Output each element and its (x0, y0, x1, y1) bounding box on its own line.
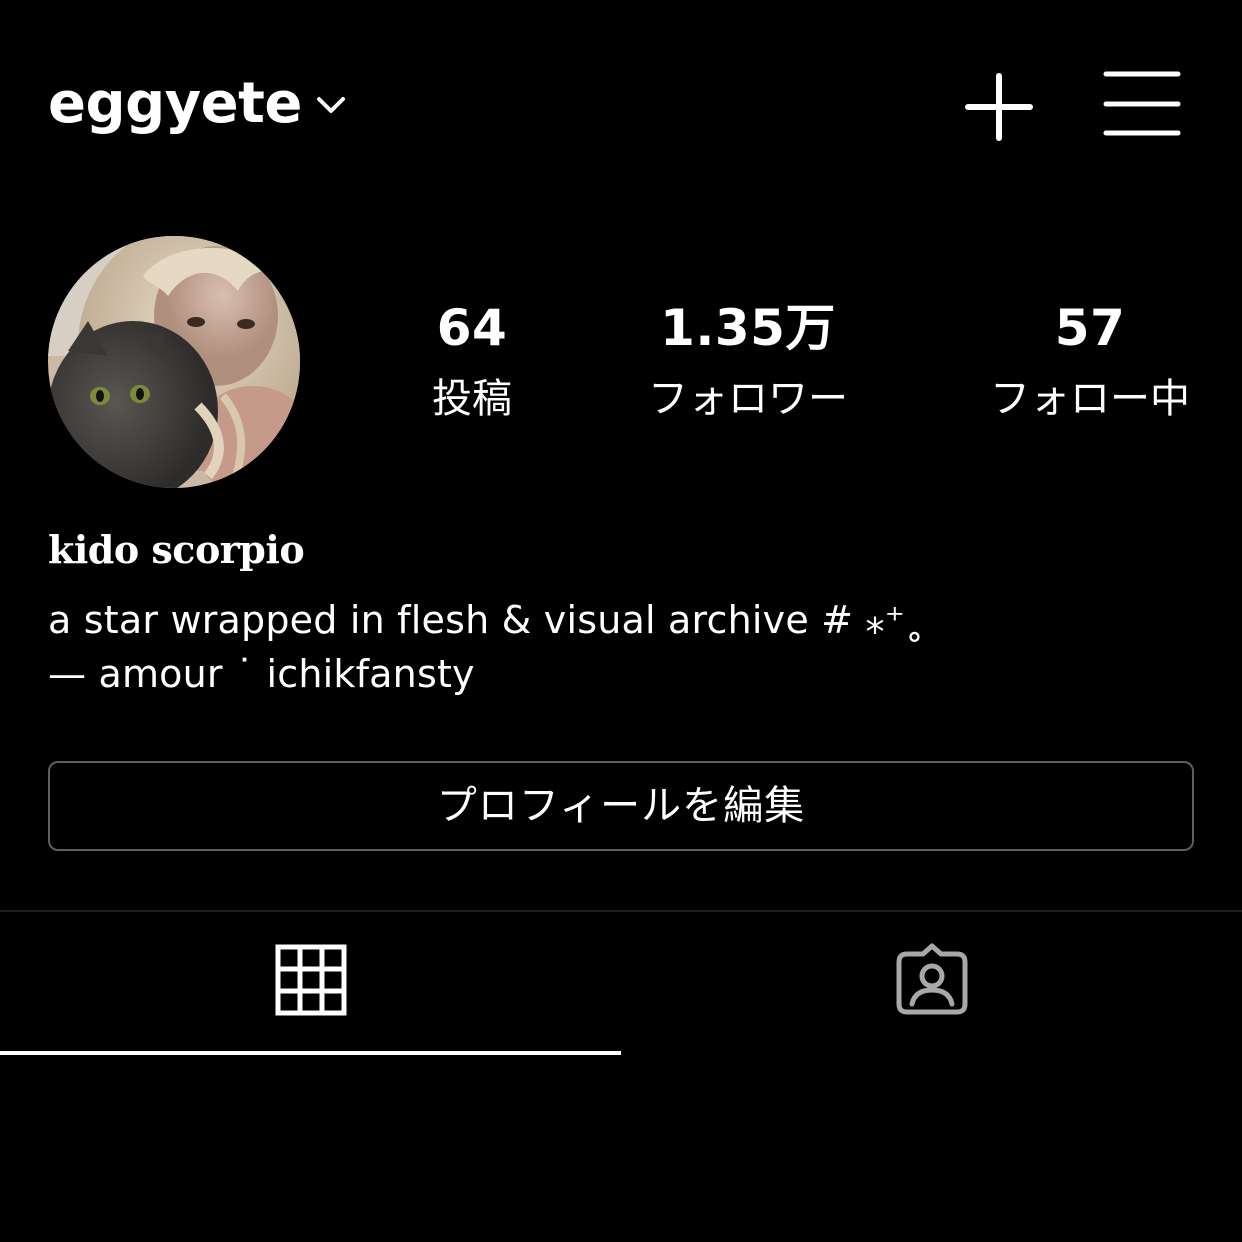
stat-followers[interactable]: 1.35万 フォロワー (618, 298, 878, 424)
tagged-person-icon (896, 943, 968, 1015)
chevron-down-icon[interactable] (314, 88, 348, 122)
grid-icon (275, 944, 347, 1016)
edit-profile-button[interactable]: プロフィールを編集 (48, 761, 1194, 851)
plus-icon[interactable] (962, 70, 1036, 144)
following-label: フォロー中 (990, 376, 1190, 422)
bio-line: a star wrapped in flesh & visual archive… (48, 598, 925, 642)
followers-label: フォロワー (648, 376, 848, 422)
following-count: 57 (1054, 299, 1126, 357)
posts-label: 投稿 (432, 376, 512, 422)
avatar[interactable] (48, 236, 300, 488)
profile-header: eggyete (0, 0, 1242, 210)
profile-photo (48, 236, 300, 488)
bio-line: — amour ˙ ichikfansty (48, 652, 475, 696)
tab-posts-grid[interactable] (0, 912, 621, 1054)
hamburger-menu-icon[interactable] (1100, 68, 1184, 140)
followers-count: 1.35万 (660, 299, 836, 357)
username-title[interactable]: eggyete (48, 68, 302, 140)
tab-tagged[interactable] (621, 912, 1242, 1054)
stat-posts[interactable]: 64 投稿 (382, 298, 562, 424)
display-name: kido scorpio (48, 527, 305, 572)
posts-count: 64 (436, 299, 508, 357)
active-tab-indicator (0, 1051, 621, 1055)
stat-following[interactable]: 57 フォロー中 (968, 298, 1212, 424)
